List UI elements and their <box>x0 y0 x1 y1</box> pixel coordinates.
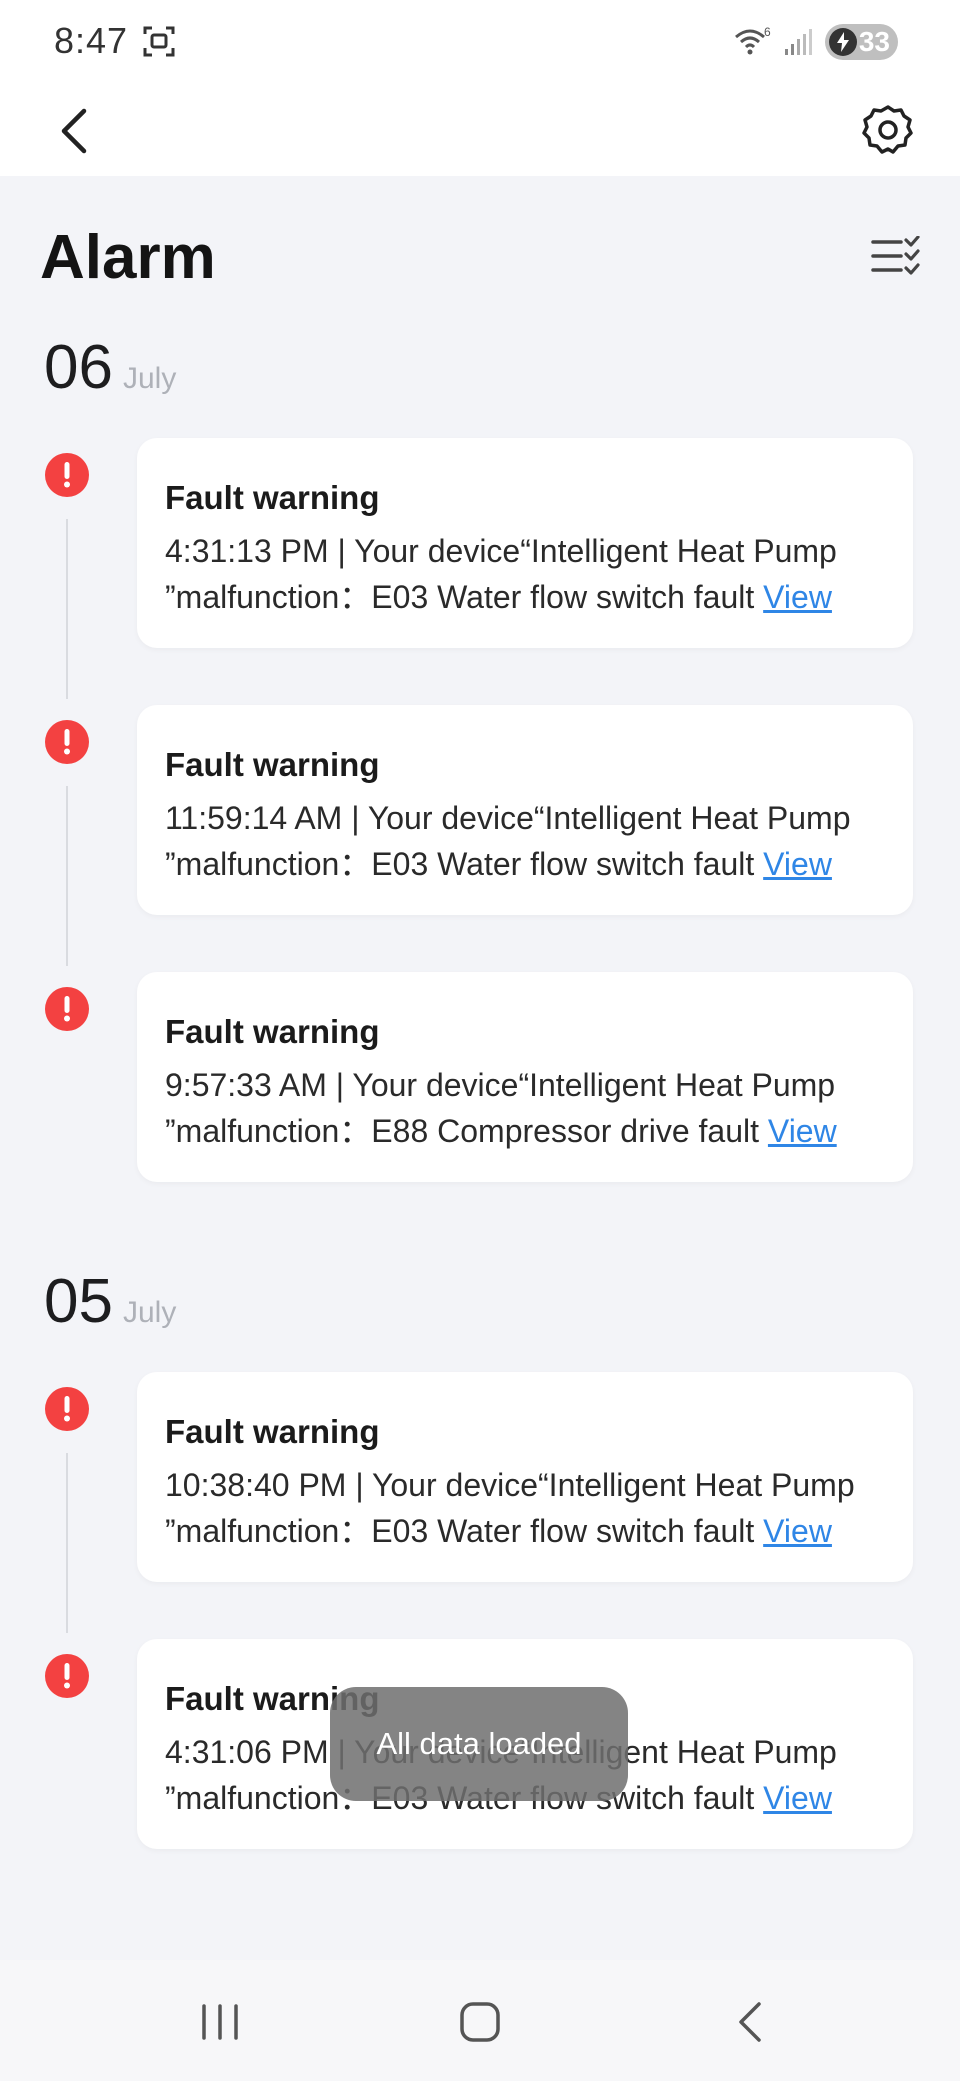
alarm-message: 4:31:13 PM | Your device“Intelligent Hea… <box>165 528 885 620</box>
exclamation-icon <box>45 1654 89 1698</box>
alarm-card[interactable]: Fault warning 10:38:40 PM | Your device“… <box>137 1372 913 1582</box>
app-bar <box>0 86 960 176</box>
gear-icon <box>862 105 913 154</box>
signal-icon <box>784 29 812 55</box>
chevron-left-icon <box>61 108 87 154</box>
alarm-card[interactable]: Fault warning 9:57:33 AM | Your device“I… <box>137 972 913 1182</box>
alarm-message: 9:57:33 AM | Your device“Intelligent Hea… <box>165 1062 885 1154</box>
view-link[interactable]: View <box>768 1113 837 1149</box>
date-month: July <box>122 362 177 395</box>
charging-bolt-icon <box>828 28 857 56</box>
settings-button[interactable] <box>852 94 924 166</box>
filter-button[interactable] <box>868 230 924 282</box>
view-link[interactable]: View <box>763 1780 832 1816</box>
timeline-line <box>66 786 68 966</box>
date-header: 06 July <box>44 332 176 403</box>
date-day: 06 <box>44 333 113 402</box>
exclamation-icon <box>45 1387 89 1431</box>
alarm-message-line1: 11:59:14 AM | Your device“Intelligent He… <box>165 800 851 836</box>
alarm-message-line2: ”malfunction：E03 Water flow switch fault <box>165 1513 755 1549</box>
alarm-message-line1: 4:31:13 PM | Your device“Intelligent Hea… <box>165 533 837 569</box>
alarm-message-line2: ”malfunction：E03 Water flow switch fault <box>165 579 755 615</box>
system-nav-bar <box>0 1960 960 2081</box>
status-bar: 8:47 6 33 <box>0 0 960 86</box>
alarm-title: Fault warning <box>165 479 380 516</box>
alarm-title: Fault warning <box>165 1413 380 1450</box>
exclamation-icon <box>45 720 89 764</box>
alarm-message-line1: 9:57:33 AM | Your device“Intelligent Hea… <box>165 1067 836 1103</box>
toast-message: All data loaded <box>330 1687 628 1801</box>
wifi-badge: 6 <box>764 25 771 39</box>
view-link[interactable]: View <box>763 579 832 615</box>
alarm-card[interactable]: Fault warning 4:31:13 PM | Your device“I… <box>137 438 913 648</box>
home-icon <box>460 2002 500 2042</box>
alarm-message-line1: 10:38:40 PM | Your device“Intelligent He… <box>165 1467 855 1503</box>
checklist-icon <box>871 236 920 275</box>
exclamation-icon <box>45 987 89 1031</box>
date-month: July <box>122 1296 177 1329</box>
back-button[interactable] <box>44 96 104 166</box>
view-link[interactable]: View <box>763 846 832 882</box>
page-title: Alarm <box>40 223 216 292</box>
date-header: 05 July <box>44 1266 176 1337</box>
wifi-icon: 6 <box>734 25 771 55</box>
alarm-title: Fault warning <box>165 746 380 783</box>
date-day: 05 <box>44 1267 113 1336</box>
view-link[interactable]: View <box>763 1513 832 1549</box>
alarm-title: Fault warning <box>165 1013 380 1050</box>
alarm-message-line2: ”malfunction：E03 Water flow switch fault <box>165 846 755 882</box>
battery-indicator: 33 <box>824 24 898 60</box>
recents-icon <box>202 2004 238 2040</box>
alarm-card[interactable]: Fault warning 11:59:14 AM | Your device“… <box>137 705 913 915</box>
chevron-left-icon <box>739 2002 761 2042</box>
recents-button[interactable] <box>185 1992 255 2052</box>
alarm-message: 11:59:14 AM | Your device“Intelligent He… <box>165 795 885 887</box>
status-time: 8:47 <box>54 20 129 61</box>
alarm-message: 10:38:40 PM | Your device“Intelligent He… <box>165 1462 885 1554</box>
alarm-message-line2: ”malfunction：E88 Compressor drive fault <box>165 1113 760 1149</box>
home-button[interactable] <box>445 1992 515 2052</box>
battery-level: 33 <box>858 26 890 57</box>
exclamation-icon <box>45 453 89 497</box>
status-icons: 6 33 <box>733 22 898 62</box>
screenshot-icon <box>143 26 175 57</box>
timeline-line <box>66 1453 68 1633</box>
timeline-line <box>66 519 68 699</box>
system-back-button[interactable] <box>715 1992 785 2052</box>
